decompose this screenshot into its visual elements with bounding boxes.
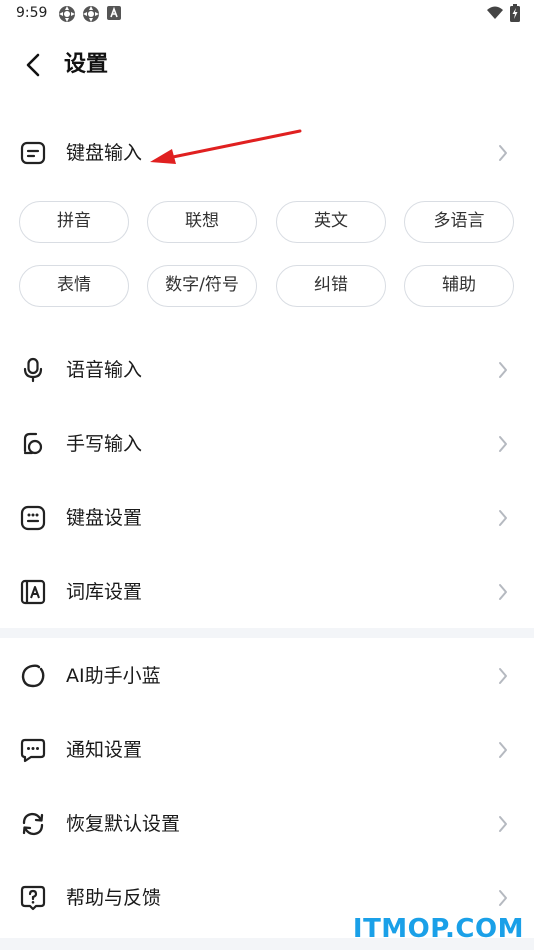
chip-assist[interactable]: 辅助 — [404, 265, 514, 307]
notification-icon — [20, 738, 46, 763]
keyboard-input-label: 键盘输入 — [66, 142, 143, 164]
status-bar: 9:59 — [0, 0, 534, 30]
handwriting-icon — [23, 432, 43, 455]
dictionary-settings-label: 词库设置 — [66, 581, 143, 603]
ai-assistant-row[interactable]: AI助手小蓝 — [0, 646, 534, 706]
dictionary-settings-row[interactable]: 词库设置 — [0, 562, 534, 622]
a-badge-icon — [107, 6, 121, 20]
handwriting-input-row[interactable]: 手写输入 — [0, 414, 534, 474]
section-divider — [0, 628, 534, 638]
restore-defaults-label: 恢复默认设置 — [66, 813, 181, 835]
handwriting-input-label: 手写输入 — [66, 433, 143, 455]
restore-icon — [22, 812, 44, 836]
header: 设置 — [0, 40, 534, 90]
chevron-right-icon — [499, 145, 507, 161]
chevron-right-icon — [499, 436, 507, 452]
chip-association[interactable]: 联想 — [147, 201, 257, 243]
watermark: ITMOP.COM — [352, 914, 524, 944]
chevron-right-icon — [499, 890, 507, 906]
voice-input-row[interactable]: 语音输入 — [0, 340, 534, 400]
chip-emoji[interactable]: 表情 — [19, 265, 129, 307]
chevron-right-icon — [499, 668, 507, 684]
gear-badge-icon — [83, 6, 99, 22]
help-icon — [20, 885, 46, 911]
chevron-right-icon — [499, 584, 507, 600]
chevron-right-icon — [499, 362, 507, 378]
battery-charging-icon — [510, 4, 520, 22]
chip-number-symbol[interactable]: 数字/符号 — [147, 265, 257, 307]
voice-input-label: 语音输入 — [66, 359, 143, 381]
ai-assistant-label: AI助手小蓝 — [66, 665, 161, 687]
notification-settings-row[interactable]: 通知设置 — [0, 720, 534, 780]
chevron-right-icon — [499, 742, 507, 758]
restore-defaults-row[interactable]: 恢复默认设置 — [0, 794, 534, 854]
keyboard-input-icon — [20, 141, 46, 165]
notification-settings-label: 通知设置 — [66, 739, 143, 761]
chevron-right-icon — [499, 510, 507, 526]
chip-pinyin[interactable]: 拼音 — [19, 201, 129, 243]
keyboard-settings-label: 键盘设置 — [66, 507, 143, 529]
gear-badge-icon — [59, 6, 75, 22]
chevron-left-icon — [26, 53, 40, 77]
chip-correction[interactable]: 纠错 — [276, 265, 386, 307]
help-feedback-label: 帮助与反馈 — [66, 887, 162, 909]
microphone-icon — [23, 357, 43, 383]
dictionary-icon — [20, 579, 46, 605]
keyboard-input-row[interactable]: 键盘输入 — [0, 123, 534, 183]
wifi-icon — [487, 6, 503, 19]
keyboard-grid-icon — [20, 505, 46, 531]
ai-assistant-icon — [21, 664, 45, 688]
status-icons-right — [486, 4, 520, 22]
chevron-right-icon — [499, 816, 507, 832]
page-title: 设置 — [64, 52, 109, 77]
status-icons-left — [58, 5, 122, 23]
chip-multilanguage[interactable]: 多语言 — [404, 201, 514, 243]
chip-english[interactable]: 英文 — [276, 201, 386, 243]
keyboard-settings-row[interactable]: 键盘设置 — [0, 488, 534, 548]
back-button[interactable] — [18, 50, 48, 80]
status-time: 9:59 — [16, 5, 48, 21]
